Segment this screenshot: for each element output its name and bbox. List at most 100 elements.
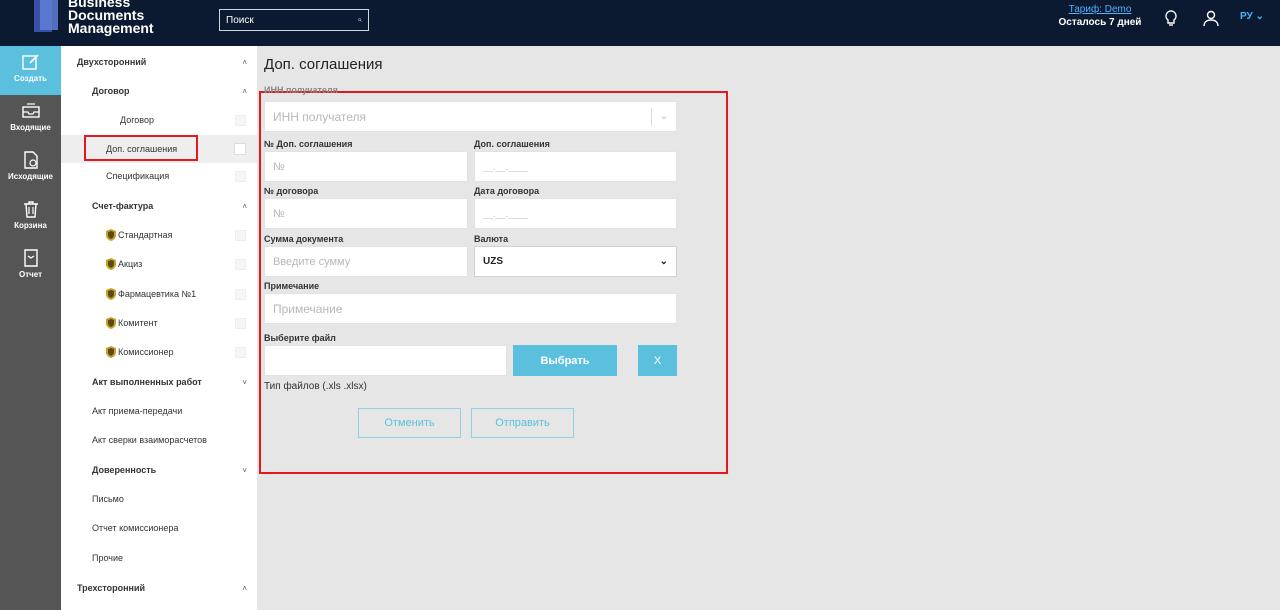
chevron-down-icon: ⌄ [1255,11,1264,22]
tree-acceptance-label: Акт приема-передачи [92,406,183,416]
rail-outgoing[interactable]: Исходящие [0,144,61,193]
logo-text[interactable]: Business Documents Management [68,0,154,35]
tree-invoice-group-label: Счет-фактура [92,201,154,211]
tree-contract-checkbox[interactable] [235,114,246,126]
trash-icon [23,201,38,218]
user-icon[interactable] [1202,9,1220,27]
shield-badge-icon [106,258,116,270]
addendum-no-label: № Доп. соглашения [264,139,353,149]
selection-highlight [84,135,198,161]
rail-inbox-label: Входящие [10,123,51,132]
chevron-up-icon: ˄ [242,201,247,211]
tree-commissioner[interactable]: Комиссионер [61,338,257,366]
tree-standard-checkbox[interactable] [235,229,246,241]
tree-trilateral[interactable]: Трехсторонний ˄ [61,574,257,602]
tree-poa-group-label: Доверенность [92,465,157,475]
rail-trash[interactable]: Корзина [0,193,61,242]
tree-acts-group[interactable]: Акт выполненных работ ˅ [61,368,257,396]
chevron-down-icon[interactable]: ⌄ [652,111,676,122]
tree-acceptance[interactable]: Акт приема-передачи [61,397,257,425]
chevron-up-icon: ˄ [242,57,247,67]
tree-bilateral-label: Двухсторонний [77,57,147,67]
currency-label: Валюта [474,234,509,244]
tree-poa-group[interactable]: Доверенность ˅ [61,456,257,484]
choose-file-button[interactable]: Выбрать [513,345,617,376]
tree-specification[interactable]: Спецификация [61,162,257,190]
note-input[interactable] [264,293,677,324]
shield-badge-icon [106,317,116,329]
tree-standard[interactable]: Стандартная [61,221,257,249]
file-input[interactable] [264,345,507,376]
contract-date-label: Дата договора [474,186,540,196]
rail-report[interactable]: Отчет [0,242,61,291]
tree-specification-checkbox[interactable] [235,170,246,182]
amount-label: Сумма документа [264,234,344,244]
tree-trilateral-label: Трехсторонний [77,583,146,593]
tree-pharma-label: Фармацевтика №1 [118,289,197,299]
lightbulb-icon[interactable] [1162,9,1180,27]
logo-icon [34,0,58,32]
tree-contract[interactable]: Договор [61,106,257,134]
tree-reconciliation[interactable]: Акт сверки взаиморасчетов [61,426,257,454]
tariff-info: Тариф: Demo Осталось 7 дней [1050,3,1150,29]
tree-commissioner-report[interactable]: Отчет комиссионера [61,514,257,542]
logo-line3: Management [68,20,154,36]
inn-label: ИНН получателя [264,85,338,95]
tree-addendum-checkbox[interactable] [234,143,246,155]
chevron-up-icon: ˄ [242,86,247,96]
amount-input[interactable] [264,246,468,277]
tree-contract-label: Договор [120,115,154,125]
tree-letter-label: Письмо [92,494,124,504]
page-title: Доп. соглашения [264,56,383,73]
inn-placeholder: ИНН получателя [273,109,366,124]
outgoing-icon [23,151,38,169]
tree-other[interactable]: Прочие [61,544,257,572]
addendum-date-label: Доп. соглашения [474,139,550,149]
currency-value: UZS [483,256,503,267]
tree-commissioner-label: Комиссионер [118,347,174,357]
currency-select[interactable]: UZS ⌄ [474,246,677,277]
document-tree: Двухсторонний ˄ Договор ˄ Договор Доп. с… [61,46,257,610]
tree-bilateral[interactable]: Двухсторонний ˄ [61,48,257,76]
tree-addendum[interactable]: Доп. соглашения [61,135,257,163]
file-types-hint: Тип файлов (.xls .xlsx) [264,381,367,392]
shield-badge-icon [106,288,116,300]
cancel-button[interactable]: Отменить [358,408,461,438]
tree-committent-label: Комитент [118,318,158,328]
shield-badge-icon [106,229,116,241]
tariff-link[interactable]: Тариф: Demo [1050,3,1150,16]
rail-inbox[interactable]: Входящие [0,95,61,144]
tree-committent[interactable]: Комитент [61,309,257,337]
clear-file-button[interactable]: X [638,345,677,376]
tree-committent-checkbox[interactable] [235,317,246,329]
tree-excise-label: Акциз [118,259,143,269]
inn-select[interactable]: ИНН получателя ⌄ [264,101,677,132]
search-input[interactable] [226,14,358,26]
addendum-date-input[interactable] [474,151,677,182]
note-label: Примечание [264,281,320,291]
rail-create-label: Создать [14,74,47,83]
language-switcher[interactable]: РУ ⌄ [1240,11,1264,22]
addendum-no-input[interactable] [264,151,468,182]
tree-commissioner-checkbox[interactable] [235,346,246,358]
top-bar: Business Documents Management Тариф: Dem… [0,0,1280,46]
chevron-up-icon: ˄ [242,583,247,593]
tree-other-label: Прочие [92,553,124,563]
rail-create[interactable]: Создать [0,46,61,95]
submit-button[interactable]: Отправить [471,408,574,438]
tree-letter[interactable]: Письмо [61,485,257,513]
tree-pharma[interactable]: Фармацевтика №1 [61,280,257,308]
tree-invoice-group[interactable]: Счет-фактура ˄ [61,192,257,220]
search-icon[interactable] [358,14,362,26]
tree-excise[interactable]: Акциз [61,250,257,278]
rail-report-label: Отчет [18,270,43,279]
tree-pharma-checkbox[interactable] [235,288,246,300]
tree-contract-group[interactable]: Договор ˄ [61,77,257,105]
shield-badge-icon [106,346,116,358]
create-icon [21,54,39,70]
search-box[interactable] [219,9,369,31]
tree-standard-label: Стандартная [118,230,173,240]
tree-excise-checkbox[interactable] [235,258,246,270]
contract-no-input[interactable] [264,198,468,229]
contract-date-input[interactable] [474,198,677,229]
